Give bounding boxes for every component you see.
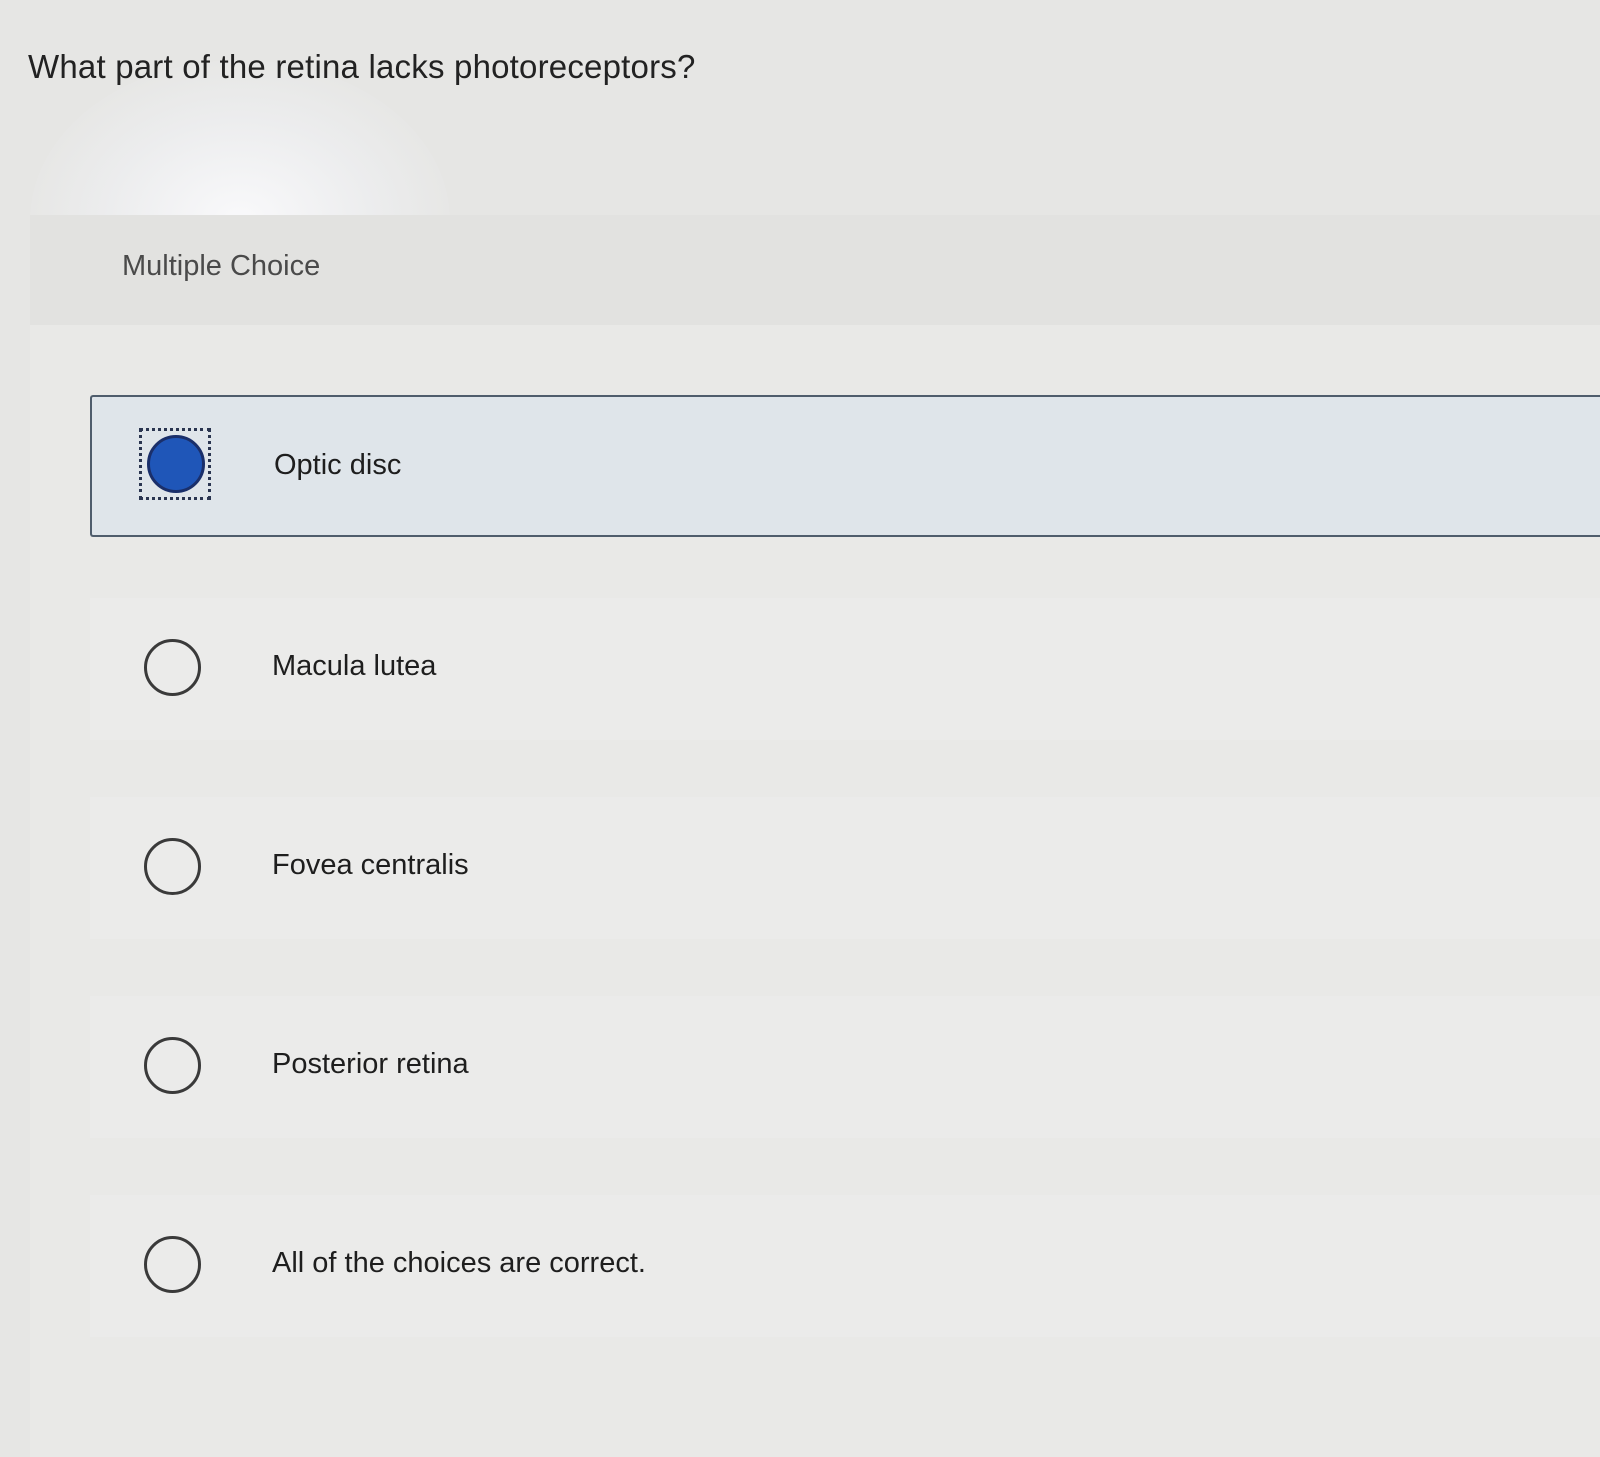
panel-header: Multiple Choice (30, 215, 1600, 325)
option-label: Optic disc (274, 449, 402, 481)
option-label: All of the choices are correct. (272, 1247, 646, 1279)
question-text: What part of the retina lacks photorecep… (28, 48, 696, 85)
question-type-label: Multiple Choice (122, 250, 321, 282)
radio-unselected-icon[interactable] (144, 1037, 201, 1094)
radio-unselected-icon[interactable] (144, 1236, 201, 1293)
option-label: Macula lutea (272, 650, 437, 682)
option-label: Posterior retina (272, 1048, 469, 1080)
option-posterior-retina[interactable]: Posterior retina (90, 996, 1600, 1138)
option-label: Fovea centralis (272, 849, 469, 881)
option-fovea-centralis[interactable]: Fovea centralis (90, 797, 1600, 939)
option-macula-lutea[interactable]: Macula lutea (90, 598, 1600, 740)
option-all-correct[interactable]: All of the choices are correct. (90, 1195, 1600, 1337)
answer-panel: Multiple Choice Optic disc Macula lutea … (30, 215, 1600, 1457)
radio-unselected-icon[interactable] (144, 838, 201, 895)
radio-focus-ring[interactable] (139, 428, 211, 500)
radio-unselected-icon[interactable] (144, 639, 201, 696)
radio-selected-icon (147, 435, 205, 493)
option-optic-disc[interactable]: Optic disc (90, 395, 1600, 537)
